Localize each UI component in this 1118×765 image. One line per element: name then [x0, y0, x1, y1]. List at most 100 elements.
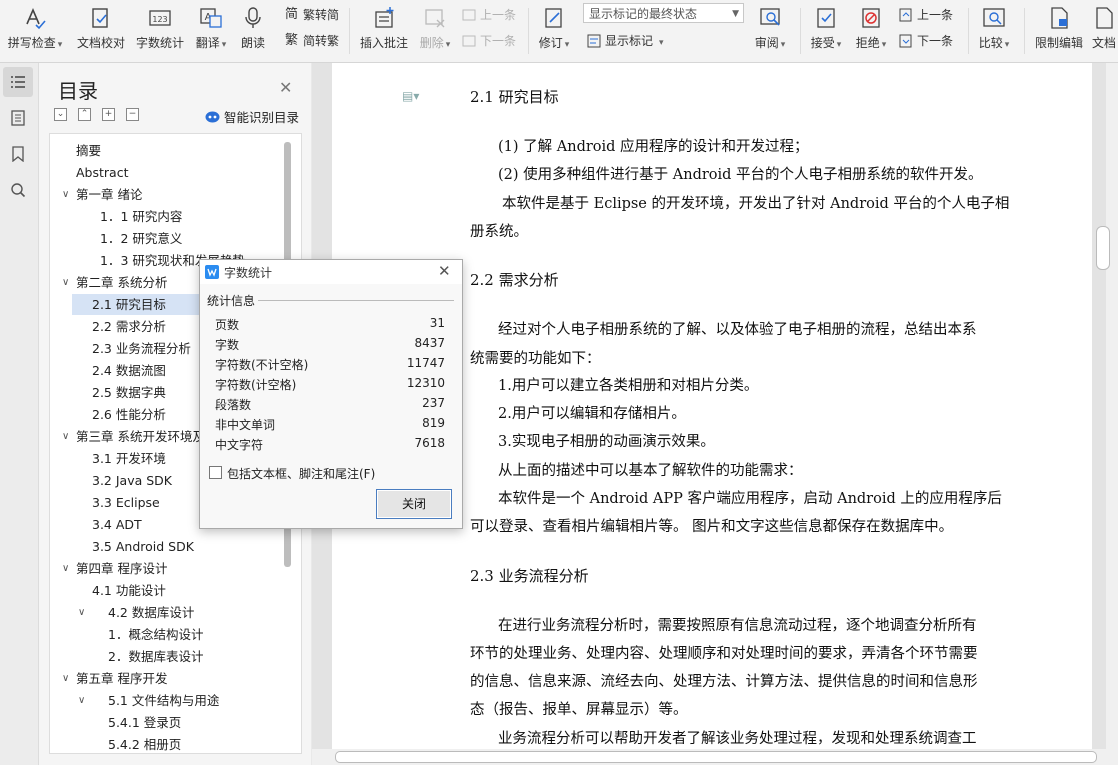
- toc-item[interactable]: 3.5 Android SDK: [50, 536, 285, 557]
- proofread-button[interactable]: 文档校对: [72, 0, 130, 62]
- insert-comment-button[interactable]: 插入批注: [356, 0, 412, 62]
- compare-icon: [983, 8, 1005, 27]
- include-textbox-checkbox[interactable]: [209, 466, 222, 479]
- stat-label: 字数: [215, 338, 240, 352]
- close-button[interactable]: 关闭: [376, 489, 452, 519]
- include-textbox-label[interactable]: 包括文本框、脚注和尾注(F): [227, 465, 375, 482]
- search-icon: [11, 183, 26, 198]
- chevron-down-icon[interactable]: ∨: [62, 668, 69, 689]
- accept-button[interactable]: 接受: [806, 0, 846, 62]
- toc-item[interactable]: ∨ 5.1 文件结构与用途: [50, 690, 285, 711]
- chevron-down-icon: ▼: [732, 9, 739, 19]
- horizontal-scroll-thumb[interactable]: [335, 751, 1097, 763]
- restrict-editing-label: 限制编辑: [1034, 36, 1083, 50]
- simple-to-traditional-button[interactable]: 繁 简转繁: [285, 32, 339, 49]
- track-changes-label: 修订: [534, 34, 574, 51]
- traditional-to-simple-button[interactable]: 简 繁转简: [285, 6, 339, 23]
- wps-logo-icon: [205, 265, 219, 279]
- next-comment-button[interactable]: 下一条: [462, 32, 516, 49]
- toc-item[interactable]: 1．1 研究内容: [50, 206, 285, 227]
- next-change-button[interactable]: 下一条: [899, 32, 953, 49]
- chevron-down-icon[interactable]: ∨: [62, 184, 69, 205]
- stat-label: 非中文单词: [215, 418, 276, 432]
- chevron-down-icon[interactable]: ∨: [78, 690, 85, 711]
- close-icon[interactable]: ✕: [279, 78, 292, 97]
- word-count-dialog: 字数统计 ✕ 统计信息 页数 31 字数 8437 字符数(不计空格) 1174…: [199, 259, 463, 529]
- toc-item-label: 1．1 研究内容: [100, 209, 183, 224]
- paragraph-options-icon[interactable]: ▤▾: [402, 89, 419, 103]
- word-count-icon: 123: [149, 10, 171, 26]
- markup-mode-select[interactable]: 显示标记的最终状态 ▼: [583, 3, 744, 23]
- document-label: 文档: [1092, 36, 1117, 50]
- document-button[interactable]: 文档: [1090, 0, 1118, 62]
- toc-item[interactable]: 5.4.1 登录页: [50, 712, 285, 733]
- stat-value: 8437: [414, 336, 445, 350]
- show-markup-button[interactable]: 显示标记: [587, 32, 664, 49]
- remove-heading-button[interactable]: −: [126, 108, 139, 121]
- compare-button[interactable]: 比较: [974, 0, 1014, 62]
- toc-item[interactable]: 5.4.2 相册页: [50, 734, 285, 753]
- insert-comment-label: 插入批注: [359, 36, 408, 50]
- find-nav-button[interactable]: [3, 175, 33, 205]
- insert-comment-icon: [375, 7, 394, 28]
- toolbar-divider: [349, 8, 350, 54]
- chevron-down-icon[interactable]: ∨: [62, 426, 69, 447]
- vertical-scroll-thumb[interactable]: [1096, 226, 1110, 270]
- track-changes-icon: [545, 8, 562, 28]
- list-item: 2.用户可以编辑和存储相片。: [498, 406, 686, 422]
- toc-item-label: 2.1 研究目标: [92, 297, 166, 312]
- track-changes-button[interactable]: 修订: [534, 0, 574, 62]
- spellcheck-button[interactable]: 拼写检查: [2, 0, 68, 62]
- accept-icon: [817, 8, 835, 28]
- add-heading-button[interactable]: +: [102, 108, 115, 121]
- chevron-down-icon[interactable]: ∨: [62, 272, 69, 293]
- pages-nav-button[interactable]: [3, 103, 33, 133]
- translate-button[interactable]: A 翻译: [190, 0, 232, 62]
- toc-item[interactable]: ∨ 4.2 数据库设计: [50, 602, 285, 623]
- bookmark-nav-button[interactable]: [3, 139, 33, 169]
- reject-button[interactable]: 拒绝: [851, 0, 891, 62]
- toc-item[interactable]: ∨ 第五章 程序开发: [50, 668, 285, 689]
- prev-change-button[interactable]: 上一条: [899, 6, 953, 23]
- review-button[interactable]: 审阅: [750, 0, 790, 62]
- heading-research-goals: 2.1 研究目标: [470, 88, 559, 106]
- toc-item-label: 第三章 系统开发环境及: [76, 429, 205, 444]
- smart-toc-button[interactable]: 智能识别目录: [205, 107, 299, 126]
- toc-item-label: 2．数据库表设计: [108, 649, 204, 664]
- toc-item[interactable]: 2．数据库表设计: [50, 646, 285, 667]
- word-count-button[interactable]: 123 字数统计: [132, 0, 188, 62]
- close-icon[interactable]: ✕: [438, 262, 451, 280]
- toc-item-label: 3.5 Android SDK: [92, 539, 194, 554]
- toc-item-label: 1．2 研究意义: [100, 231, 183, 246]
- vertical-scrollbar[interactable]: [1106, 63, 1118, 749]
- toc-nav-button[interactable]: [3, 67, 33, 97]
- stat-value: 237: [422, 396, 445, 410]
- read-aloud-icon: [245, 7, 261, 28]
- toc-item[interactable]: 1．概念结构设计: [50, 624, 285, 645]
- collapse-all-button[interactable]: ⌄: [54, 108, 67, 121]
- toc-item-label: 4.2 数据库设计: [108, 605, 195, 620]
- expand-all-button[interactable]: ⌃: [78, 108, 91, 121]
- toolbar-divider: [800, 8, 801, 54]
- toolbar-divider: [968, 8, 969, 54]
- toc-item-label: 第二章 系统分析: [76, 275, 168, 290]
- toc-item[interactable]: Abstract: [50, 162, 285, 183]
- read-aloud-button[interactable]: 朗读: [234, 0, 272, 62]
- toc-item-label: 3.2 Java SDK: [92, 473, 172, 488]
- prev-comment-button[interactable]: 上一条: [462, 6, 516, 23]
- proofread-icon: [92, 8, 108, 28]
- chevron-down-icon[interactable]: ∨: [78, 602, 85, 623]
- paragraph: 本软件是基于 Eclipse 的开发环境，开发出了针对 Android 平台的个…: [502, 196, 1010, 212]
- toc-item[interactable]: ∨ 第一章 绪论: [50, 184, 285, 205]
- restrict-editing-button[interactable]: 限制编辑: [1030, 0, 1088, 62]
- delete-comment-button[interactable]: 删除: [416, 0, 454, 62]
- toc-item[interactable]: 1．2 研究意义: [50, 228, 285, 249]
- stats-section-title: 统计信息: [207, 294, 256, 308]
- navigation-strip: [0, 63, 39, 765]
- svg-text:123: 123: [152, 15, 167, 24]
- toc-item[interactable]: 摘要: [50, 140, 285, 161]
- chevron-down-icon[interactable]: ∨: [62, 558, 69, 579]
- document-icon: [1096, 7, 1113, 29]
- toc-item[interactable]: ∨ 第四章 程序设计: [50, 558, 285, 579]
- toc-item[interactable]: 4.1 功能设计: [50, 580, 285, 601]
